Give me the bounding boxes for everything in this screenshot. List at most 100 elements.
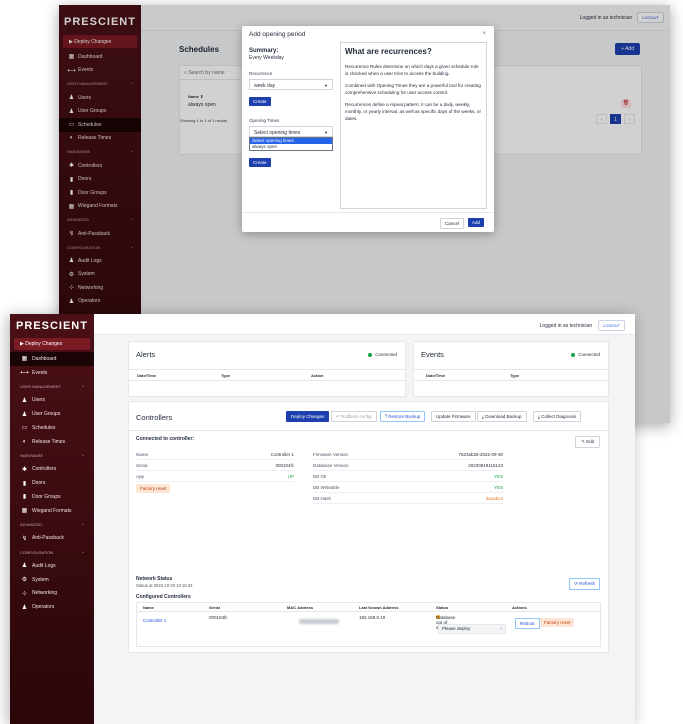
sidebar-item-user-groups[interactable]: ♟ User Groups <box>10 407 94 421</box>
info-key: Serial <box>136 463 148 468</box>
info-key: Name <box>136 452 149 457</box>
sidebar-item-wiegand-formats[interactable]: ▦ Wiegand Formats <box>10 504 94 518</box>
events-card: Events Connected Date/Time Type <box>413 341 609 397</box>
download-backup-button[interactable]: ⤓ Download Backup <box>477 411 527 422</box>
controller-ip: 192.168.0.19 <box>359 615 386 620</box>
option-always-open[interactable]: always open <box>250 144 332 150</box>
sidebar-item-door-groups[interactable]: ▮ Door Groups <box>10 490 94 504</box>
reboot-button[interactable]: Reboot <box>515 618 540 629</box>
configured-controllers-title: Configured Controllers <box>136 594 191 600</box>
sidebar-item-doors[interactable]: ▮ Doors <box>10 476 94 490</box>
sidebar-item-dashboard[interactable]: ▦ Dashboard <box>10 352 94 366</box>
sidebar-item-label: Schedules <box>32 424 56 431</box>
rollback-config-button[interactable]: ↶ Rollback config <box>331 411 377 422</box>
events-status-text: Connected <box>578 352 600 357</box>
info-value: 3a1ebc4 <box>485 496 503 501</box>
dashboard-page: Alerts Connected Date/Time Type Action E… <box>94 335 635 724</box>
sidebar-section-configuration[interactable]: CONFIGURATION ^ <box>10 545 94 559</box>
sidebar-item-users[interactable]: ♟ Users <box>10 393 94 407</box>
logout-button[interactable]: LOGOUT <box>598 320 625 331</box>
info-key: Database Version <box>313 463 349 468</box>
recurrence-select[interactable]: week day ▼ <box>249 79 333 90</box>
door-icon: ▮ <box>22 480 27 487</box>
sidebar-item-anti-passback[interactable]: ↯ Anti-Passback <box>10 531 94 545</box>
table-row: Controller 1 000104fc 192.168.0.19 Datab… <box>137 612 600 636</box>
help-paragraph-1: Recurrence Rules determine on which days… <box>345 64 479 76</box>
info-key: DB Hash <box>313 496 332 501</box>
add-button[interactable]: Add <box>467 218 484 227</box>
connected-controller-title: Connected to controller: <box>136 436 195 442</box>
deploy-changes-button[interactable]: ▶ Deploy Changes <box>14 338 90 350</box>
divider <box>129 430 608 431</box>
opening-times-label: Opening Times <box>249 118 280 123</box>
info-value: Controller 1 <box>270 452 294 457</box>
sidebar-section-label: ADVANCED <box>20 521 42 527</box>
sidebar-section-label: CONFIGURATION <box>20 549 54 555</box>
sidebar-section-user-management[interactable]: USER MANAGEMENT ^ <box>10 380 94 394</box>
summary-label: Summary: <box>249 48 279 54</box>
alerts-col-action: Action <box>311 373 324 378</box>
col-actions: Actions <box>512 605 527 610</box>
info-row-firmware-version: Firmware Version 7523ab25-2022-09-30 <box>313 451 503 460</box>
sidebar-section-advanced[interactable]: ADVANCED ^ <box>10 518 94 532</box>
mac-address-redacted <box>299 619 339 624</box>
alerts-card: Alerts Connected Date/Time Type Action <box>128 341 406 397</box>
row-factory-reset-button[interactable]: Factory reset <box>540 618 575 627</box>
deploy-changes-label: Deploy Changes <box>25 341 63 347</box>
info-value: 20220919115123 <box>468 463 503 468</box>
networking-icon: ⊹ <box>21 590 28 597</box>
sidebar-section-label: USER MANAGEMENT <box>20 383 61 389</box>
sidebar-section-hardware[interactable]: HARDWARE ^ <box>10 449 94 463</box>
recurrence-label: Recurrence <box>249 71 273 76</box>
collect-diagnosis-button[interactable]: ⤓ Collect Diagnosis <box>533 411 582 422</box>
events-table-header: Date/Time Type <box>414 369 608 381</box>
cancel-button[interactable]: Cancel <box>439 218 464 229</box>
events-col-datetime: Date/Time <box>426 373 446 378</box>
info-value: UP <box>287 474 294 479</box>
deploy-changes-toolbar-button[interactable]: Deploy Changes <box>286 411 330 422</box>
create-opening-time-button[interactable]: Create <box>249 158 271 167</box>
anti-passback-icon: ↯ <box>21 535 28 542</box>
restore-backup-button[interactable]: ⤒ Restore Backup <box>380 411 426 422</box>
sidebar-item-system[interactable]: ⚙ System <box>10 573 94 587</box>
sidebar-item-operators[interactable]: ♟ Operators <box>10 600 94 614</box>
col-serial: Serial <box>209 605 220 610</box>
sidebar: PRESCIENT ▶ Deploy Changes ▦ Dashboard ⟷ Ev… <box>10 314 94 724</box>
action-select[interactable]: Please deploy ‹ <box>438 624 506 634</box>
info-key: Firmware Version <box>313 452 349 457</box>
edit-button[interactable]: ✎ Edit <box>575 436 600 448</box>
sidebar-item-audit-logs[interactable]: ♟ Audit Logs <box>10 559 94 573</box>
dialog-title: Add opening period <box>249 31 306 38</box>
info-value: YES <box>493 474 503 479</box>
sidebar-section-label: HARDWARE <box>20 452 44 458</box>
calendar-icon: ▭ <box>21 425 28 432</box>
sidebar-item-label: Controllers <box>32 466 57 473</box>
col-name: Name <box>143 605 154 610</box>
sidebar-item-label: Anti-Passback <box>32 535 64 542</box>
chevron-up-icon: ^ <box>82 521 84 527</box>
alerts-title: Alerts <box>136 350 156 359</box>
sidebar-item-controllers[interactable]: ✱ Controllers <box>10 462 94 476</box>
events-title: Events <box>421 350 444 359</box>
controller-name-link[interactable]: Controller 1 <box>143 618 166 623</box>
sidebar-item-release-times[interactable]: ◐ Release Times <box>10 435 94 449</box>
opening-times-dropdown: Select opening times always open <box>249 137 333 151</box>
wiegand-icon: ▦ <box>21 508 28 515</box>
opening-times-select[interactable]: Select opening times ▼ <box>249 126 333 137</box>
factory-reset-button[interactable]: Factory reset <box>136 484 171 493</box>
sidebar-item-schedules[interactable]: ▭ Schedules <box>10 421 94 435</box>
create-recurrence-button[interactable]: Create <box>249 97 271 106</box>
alerts-status: Connected <box>368 352 397 357</box>
alerts-table-header: Date/Time Type Action <box>129 369 405 381</box>
update-firmware-button[interactable]: Update Firmware <box>431 411 476 422</box>
refresh-button[interactable]: ⟳ Refresh <box>569 578 600 590</box>
configured-controllers-table: Name Serial MAC Address Last Known Addre… <box>136 602 601 647</box>
chevron-up-icon: ^ <box>82 383 84 389</box>
close-icon[interactable]: × <box>482 31 486 37</box>
network-status-title: Network Status <box>136 576 173 582</box>
sidebar-item-events[interactable]: ⟷ Events <box>10 366 94 380</box>
info-row-db-hash: DB Hash 3a1ebc4 <box>313 495 503 504</box>
sidebar-item-networking[interactable]: ⊹ Networking <box>10 587 94 601</box>
chevron-down-icon: ▼ <box>324 130 328 135</box>
alerts-col-type: Type <box>221 373 231 378</box>
